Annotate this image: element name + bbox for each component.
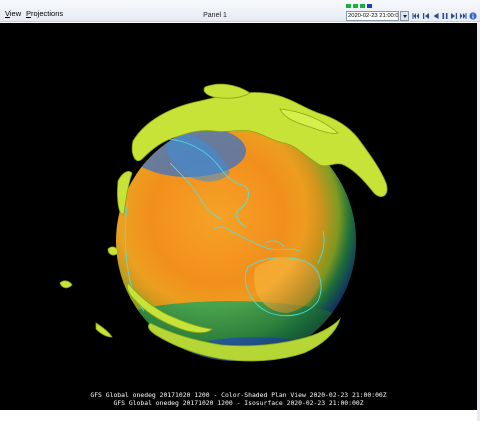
time-step-indicator-active[interactable] [367, 4, 372, 8]
info-icon[interactable] [469, 12, 477, 20]
play-backward-icon[interactable] [432, 12, 440, 20]
time-step-indicator[interactable] [346, 4, 351, 8]
map-display: GFS Global onedeg 20171020 1200 - Color-… [0, 23, 480, 421]
time-step-indicator[interactable] [360, 4, 365, 8]
chevron-down-icon[interactable] [400, 11, 409, 21]
step-back-icon[interactable] [422, 12, 430, 20]
globe-canvas[interactable]: GFS Global onedeg 20171020 1200 - Color-… [0, 23, 477, 410]
time-select-field[interactable]: 2020-02-23 21:00:00Z [346, 11, 399, 21]
step-forward-icon[interactable] [450, 12, 458, 20]
panel-toolbar: View Projections Panel 1 2020-02-23 21:0… [0, 0, 480, 22]
caption-line-isosurface: GFS Global onedeg 20171020 1200 - Isosur… [113, 399, 364, 407]
first-frame-icon[interactable] [412, 12, 420, 20]
last-frame-icon[interactable] [459, 12, 467, 20]
caption-line-plan-view: GFS Global onedeg 20171020 1200 - Color-… [90, 391, 387, 399]
time-step-indicator[interactable] [353, 4, 358, 8]
display-captions: GFS Global onedeg 20171020 1200 - Color-… [0, 391, 477, 407]
pause-icon[interactable] [441, 12, 449, 20]
globe-render[interactable] [0, 23, 477, 410]
